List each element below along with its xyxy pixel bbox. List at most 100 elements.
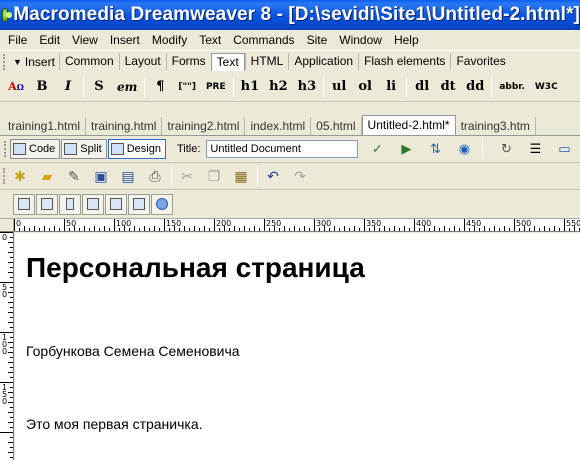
handheld-media-icon[interactable] [59, 193, 81, 215]
print-icon[interactable]: ⎙ [144, 166, 166, 186]
ruler-tick [10, 387, 13, 388]
toolbar-grip[interactable] [3, 168, 7, 184]
print-media-icon[interactable] [36, 193, 58, 215]
definition-description-button[interactable]: dd [463, 76, 487, 98]
code-view-button[interactable]: Code [10, 139, 61, 159]
new-file-icon[interactable]: ✱ [9, 166, 31, 186]
heading3-button[interactable]: h3 [295, 76, 320, 98]
abbreviation-button[interactable]: abbr. [496, 76, 528, 98]
browse-bridge-icon[interactable]: ✎ [63, 166, 85, 186]
blockquote-button[interactable]: [""] [175, 76, 199, 98]
paragraph-author[interactable]: Горбункова Семена Семеновича [26, 343, 240, 359]
browser-check-icon[interactable]: ✓ [367, 140, 387, 158]
doc-tab-untitled-2[interactable]: Untitled-2.html* [361, 115, 456, 135]
projection-media-icon[interactable] [82, 193, 104, 215]
undo-icon[interactable]: ↶ [262, 166, 284, 186]
menu-file[interactable]: File [2, 33, 33, 47]
tv-media-icon[interactable] [128, 193, 150, 215]
toolbar-grip[interactable] [3, 53, 7, 70]
insert-tab-layout[interactable]: Layout [118, 53, 166, 70]
paragraph-intro[interactable]: Это моя первая страничка. [26, 416, 203, 432]
heading1-button[interactable]: h1 [238, 76, 263, 98]
acronym-button[interactable]: W3C [532, 76, 561, 98]
menu-help[interactable]: Help [388, 33, 425, 47]
italic-button[interactable]: I [57, 76, 79, 98]
menu-edit[interactable]: Edit [33, 33, 66, 47]
ruler-tick [8, 302, 13, 303]
visual-aids-icon[interactable]: ▭ [554, 140, 574, 158]
redo-icon[interactable]: ↷ [289, 166, 311, 186]
menu-commands[interactable]: Commands [227, 33, 300, 47]
insert-tab-flash-elements[interactable]: Flash elements [358, 53, 450, 70]
insert-tab-application[interactable]: Application [288, 53, 358, 70]
definition-list-button[interactable]: dl [411, 76, 433, 98]
menu-insert[interactable]: Insert [104, 33, 146, 47]
doc-tab-05[interactable]: 05.html [311, 117, 362, 135]
paste-icon[interactable]: ▦ [230, 166, 252, 186]
save-icon[interactable]: ▣ [90, 166, 112, 186]
insert-panel-toggle[interactable]: ▼ Insert [9, 55, 59, 69]
strong-button[interactable]: S [88, 76, 110, 98]
insert-tab-favorites[interactable]: Favorites [450, 53, 510, 70]
document-title-input[interactable] [206, 140, 359, 158]
ruler-label: 450 [466, 219, 482, 228]
ruler-tick [0, 432, 13, 433]
doc-tab-index[interactable]: index.html [245, 117, 312, 135]
menu-modify[interactable]: Modify [146, 33, 193, 47]
refresh-icon[interactable]: ↻ [496, 140, 516, 158]
toggle-css-icon[interactable] [151, 193, 173, 215]
font-tag-editor-icon[interactable]: AΩ [5, 76, 27, 98]
tty-media-icon[interactable] [105, 193, 127, 215]
ruler-label: 250 [266, 219, 282, 228]
screen-media-icon[interactable] [13, 193, 35, 215]
menu-view[interactable]: View [66, 33, 104, 47]
ruler-tick [14, 219, 15, 231]
insert-tab-common[interactable]: Common [58, 53, 119, 70]
insert-tab-text[interactable]: Text [210, 52, 245, 71]
horizontal-ruler[interactable]: 0 50 100 150 200 250 300 350 400 450 500 550 [14, 218, 580, 232]
bold-button[interactable]: B [31, 76, 53, 98]
toolbar-grip[interactable] [4, 141, 8, 157]
menu-site[interactable]: Site [301, 33, 334, 47]
page-heading[interactable]: Персональная страница [26, 252, 365, 284]
doc-tab-training1[interactable]: training1.html [3, 117, 87, 135]
vertical-ruler[interactable]: 0 50 100 150 [0, 232, 14, 460]
design-view[interactable]: Персональная страница Горбункова Семена … [15, 233, 580, 460]
app-logo-icon[interactable] [2, 8, 13, 22]
ruler-tick [379, 228, 380, 231]
definition-term-button[interactable]: dt [437, 76, 459, 98]
preformatted-button[interactable]: PRE [203, 76, 229, 98]
em-button[interactable]: em [114, 76, 140, 98]
ruler-origin[interactable] [0, 218, 14, 232]
ruler-tick [10, 447, 13, 448]
insert-tab-html[interactable]: HTML [244, 53, 289, 70]
insert-tab-forms[interactable]: Forms [165, 53, 211, 70]
cut-icon[interactable]: ✂ [176, 166, 198, 186]
validate-markup-icon[interactable]: ▶ [396, 140, 416, 158]
doc-tab-training[interactable]: training.html [86, 117, 163, 135]
doc-tab-training2[interactable]: training2.html [162, 117, 246, 135]
ruler-tick [10, 427, 13, 428]
copy-icon[interactable]: ❐ [203, 166, 225, 186]
preview-icon[interactable]: ◉ [454, 140, 474, 158]
ordered-list-button[interactable]: ol [354, 76, 376, 98]
ruler-tick [144, 226, 145, 231]
file-manager-icon[interactable]: ⇅ [425, 140, 445, 158]
open-icon[interactable]: ▰ [36, 166, 58, 186]
doc-tab-training3[interactable]: training3.htm [456, 117, 536, 135]
ruler-tick [179, 228, 180, 231]
split-view-button[interactable]: Split [61, 139, 107, 159]
ruler-tick [514, 219, 515, 231]
ruler-tick [209, 228, 210, 231]
paragraph-button[interactable]: ¶ [149, 76, 171, 98]
menu-window[interactable]: Window [333, 33, 388, 47]
design-view-button[interactable]: Design [107, 139, 166, 159]
view-options-icon[interactable]: ☰ [525, 140, 545, 158]
list-item-button[interactable]: li [380, 76, 402, 98]
ruler-label: 50 [2, 283, 8, 299]
save-all-icon[interactable]: ▤ [117, 166, 139, 186]
menu-text[interactable]: Text [193, 33, 227, 47]
unordered-list-button[interactable]: ul [328, 76, 350, 98]
heading2-button[interactable]: h2 [266, 76, 291, 98]
ruler-tick [464, 219, 465, 231]
